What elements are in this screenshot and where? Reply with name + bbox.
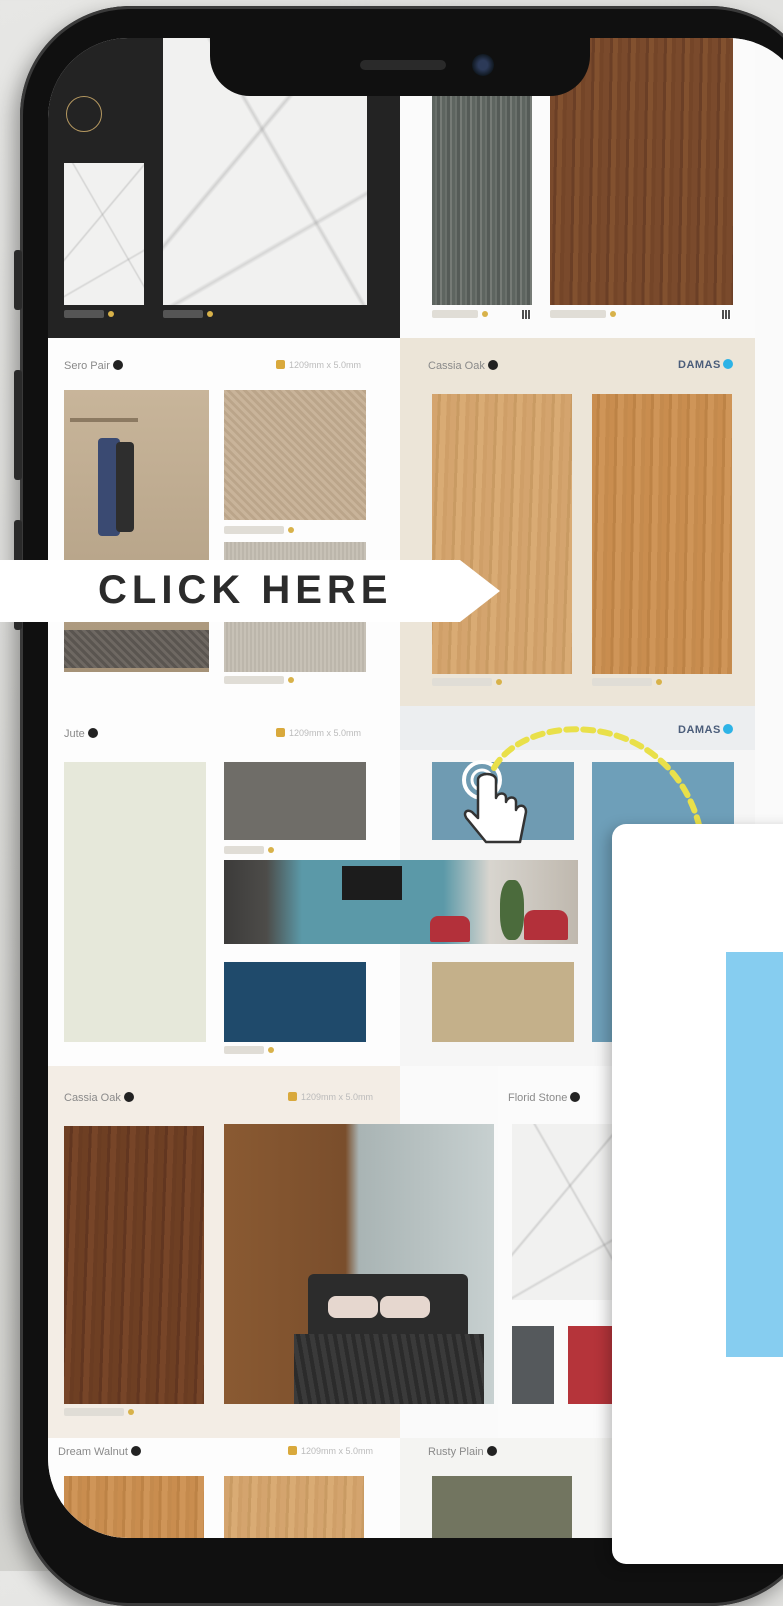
phone-side-button	[14, 250, 22, 310]
phone-side-button	[14, 370, 22, 480]
swatch-walnut-light[interactable]	[224, 1476, 364, 1538]
section-label: Rusty Plain	[428, 1446, 497, 1458]
section-label: Jute	[64, 728, 98, 740]
room-photo-coats[interactable]	[64, 390, 209, 672]
section-label: Cassia Oak	[428, 360, 498, 372]
section-label: Florid Stone	[508, 1092, 581, 1104]
swatch-olive[interactable]	[432, 1476, 572, 1538]
swatch-dark-oak[interactable]	[64, 1126, 204, 1404]
catalog-panel-sero[interactable]: Sero Pair 1209mm x 5.0mm	[48, 338, 400, 706]
catalog-panel-cassia[interactable]: Cassia Oak DAMAS	[400, 338, 755, 706]
section-code: 1209mm x 5.0mm	[288, 1446, 373, 1456]
swatch-caption	[550, 310, 616, 318]
section-label: Sero Pair	[64, 360, 123, 372]
swatch-slate[interactable]	[512, 1326, 554, 1404]
info-icon	[130, 1446, 141, 1456]
swatch-charcoal[interactable]	[224, 762, 366, 840]
swatch-navy[interactable]	[224, 962, 366, 1042]
info-icon	[112, 360, 123, 370]
catalog-panel-walnut[interactable]: Dream Walnut 1209mm x 5.0mm	[48, 1438, 400, 1538]
swatch-caption	[224, 676, 294, 684]
info-icon	[570, 1092, 581, 1102]
click-here-label: CLICK HERE	[98, 568, 393, 612]
swatch-caption	[432, 310, 488, 318]
swatch-caption	[224, 846, 274, 854]
section-label: Dream Walnut	[58, 1446, 141, 1458]
qr-code-icon	[522, 310, 531, 319]
swatch-caption	[64, 310, 114, 318]
swatch-cream[interactable]	[64, 762, 206, 1042]
swatch-caption	[163, 310, 213, 318]
speaker-icon	[360, 60, 446, 70]
preview-image	[726, 952, 783, 1357]
info-icon	[486, 1446, 497, 1456]
swatch-marble[interactable]	[64, 163, 144, 305]
swatch-caption	[64, 1408, 134, 1416]
camera-icon	[472, 54, 494, 76]
swatch-caption	[432, 678, 502, 686]
swatch-caption	[592, 678, 662, 686]
swatch-caption	[224, 526, 294, 534]
section-code: 1209mm x 5.0mm	[276, 360, 361, 370]
qr-code-icon	[722, 310, 731, 319]
swatch-fabric[interactable]	[224, 390, 366, 520]
section-code: 1209mm x 5.0mm	[276, 728, 361, 738]
brand-logo: DAMAS	[678, 359, 733, 371]
swatch-sand[interactable]	[432, 962, 574, 1042]
swatch-caption	[224, 1046, 274, 1054]
section-label: Cassia Oak	[64, 1092, 134, 1104]
info-icon	[487, 360, 498, 370]
swatch-light-oak[interactable]	[432, 394, 572, 674]
section-code: 1209mm x 5.0mm	[288, 1092, 373, 1102]
info-icon	[123, 1092, 134, 1102]
swatch-walnut[interactable]	[64, 1476, 204, 1538]
brand-seal-icon	[66, 96, 102, 132]
swatch-honey-oak[interactable]	[592, 394, 732, 674]
brand-mark-icon	[722, 359, 733, 369]
room-photo-bedroom[interactable]	[224, 1124, 494, 1404]
info-icon	[87, 728, 98, 738]
